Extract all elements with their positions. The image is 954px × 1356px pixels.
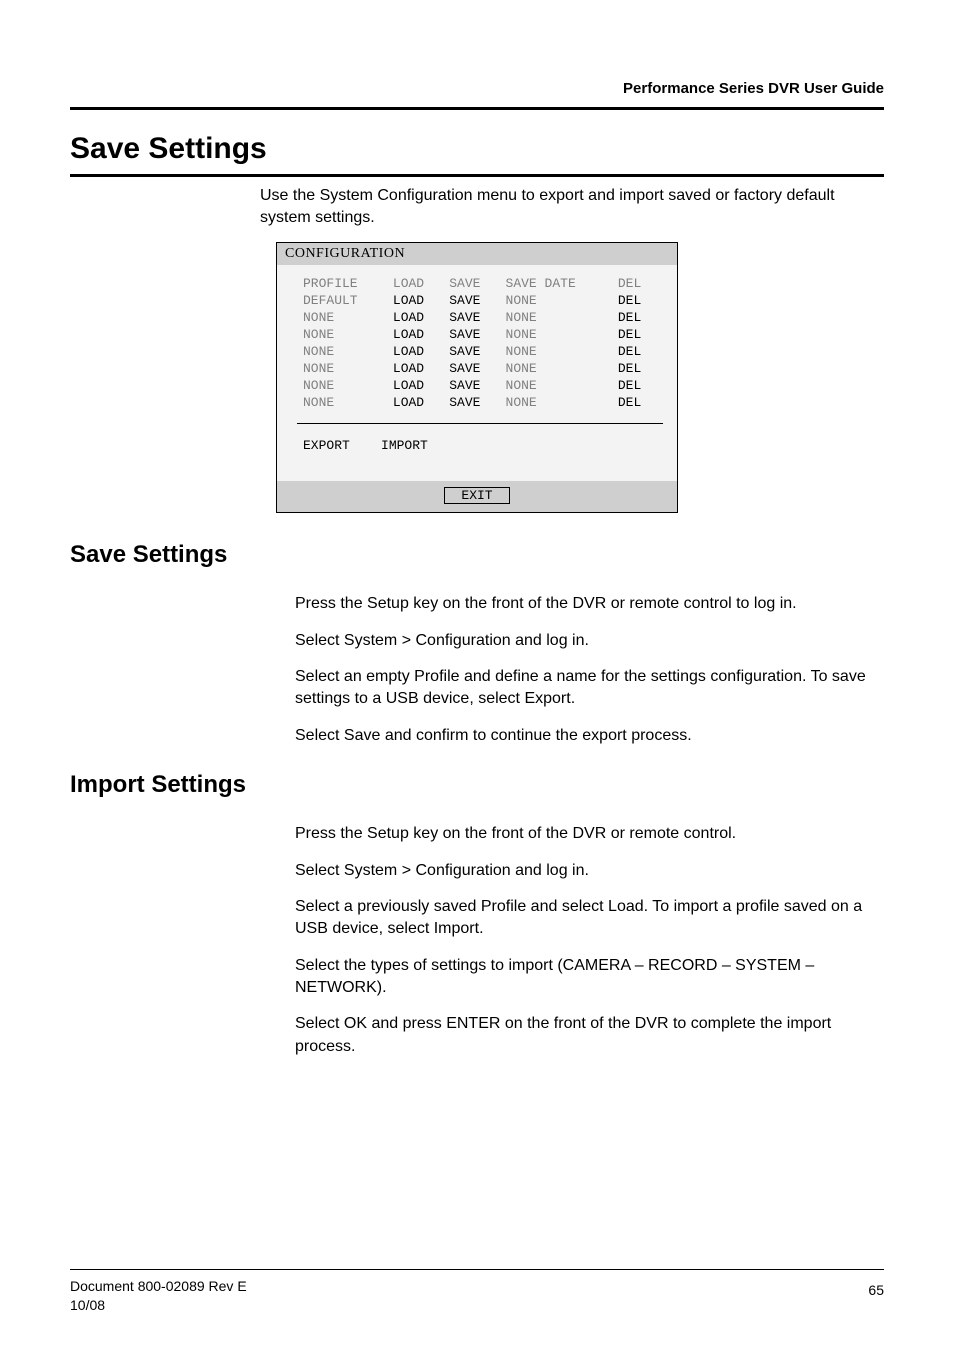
table-row: NONE LOAD SAVE NONE DEL [303, 343, 663, 360]
table-row: NONE LOAD SAVE NONE DEL [303, 360, 663, 377]
save-settings-steps: Press the Setup key on the front of the … [295, 593, 884, 747]
rule-under-header [70, 107, 884, 110]
intro-text: Use the System Configuration menu to exp… [260, 185, 884, 228]
import-button[interactable]: IMPORT [381, 438, 428, 453]
step-text: Select OK and press ENTER on the front o… [295, 1013, 884, 1058]
cell-del[interactable]: DEL [618, 292, 663, 309]
cell-profile: NONE [303, 343, 393, 360]
cell-profile: NONE [303, 326, 393, 343]
cell-load[interactable]: LOAD [393, 394, 449, 411]
rule-under-title [70, 174, 884, 177]
cell-save[interactable]: SAVE [449, 360, 505, 377]
cell-profile: NONE [303, 394, 393, 411]
cell-del[interactable]: DEL [618, 309, 663, 326]
cell-save[interactable]: SAVE [449, 292, 505, 309]
cell-date: NONE [506, 394, 618, 411]
cell-profile: NONE [303, 309, 393, 326]
col-profile: PROFILE [303, 275, 393, 292]
footer-date: 10/08 [70, 1297, 105, 1313]
step-text: Press the Setup key on the front of the … [295, 823, 884, 845]
cell-del[interactable]: DEL [618, 326, 663, 343]
col-save-date: SAVE DATE [506, 275, 618, 292]
step-text: Select the types of settings to import (… [295, 955, 884, 1000]
cell-del[interactable]: DEL [618, 377, 663, 394]
configuration-table: PROFILE LOAD SAVE SAVE DATE DEL DEFAULT … [303, 275, 663, 411]
save-settings-heading: Save Settings [70, 541, 884, 569]
cell-save[interactable]: SAVE [449, 377, 505, 394]
cell-date: NONE [506, 292, 618, 309]
table-row: NONE LOAD SAVE NONE DEL [303, 309, 663, 326]
page-title: Save Settings [70, 132, 884, 166]
cell-load[interactable]: LOAD [393, 326, 449, 343]
table-row: NONE LOAD SAVE NONE DEL [303, 326, 663, 343]
step-text: Select an empty Profile and define a nam… [295, 666, 884, 711]
import-settings-heading: Import Settings [70, 771, 884, 799]
table-row: NONE LOAD SAVE NONE DEL [303, 394, 663, 411]
cell-save[interactable]: SAVE [449, 394, 505, 411]
footer-left: Document 800-02089 Rev E 10/08 [70, 1277, 247, 1316]
step-text: Select Save and confirm to continue the … [295, 725, 884, 747]
table-row: DEFAULT LOAD SAVE NONE DEL [303, 292, 663, 309]
cell-date: NONE [506, 326, 618, 343]
step-text: Select a previously saved Profile and se… [295, 896, 884, 941]
cell-save[interactable]: SAVE [449, 343, 505, 360]
configuration-header: CONFIGURATION [277, 243, 677, 265]
configuration-panel: CONFIGURATION PROFILE LOAD SAVE SAVE DAT… [276, 242, 678, 513]
cell-profile: DEFAULT [303, 292, 393, 309]
footer-rule [70, 1269, 884, 1270]
cell-save[interactable]: SAVE [449, 326, 505, 343]
cell-load[interactable]: LOAD [393, 360, 449, 377]
cell-del[interactable]: DEL [618, 360, 663, 377]
cell-date: NONE [506, 377, 618, 394]
footer-doc: Document 800-02089 Rev E [70, 1278, 247, 1294]
configuration-separator [297, 423, 663, 424]
table-row: NONE LOAD SAVE NONE DEL [303, 377, 663, 394]
cell-profile: NONE [303, 360, 393, 377]
cell-save[interactable]: SAVE [449, 309, 505, 326]
cell-load[interactable]: LOAD [393, 292, 449, 309]
cell-profile: NONE [303, 377, 393, 394]
col-del: DEL [618, 275, 663, 292]
running-header: Performance Series DVR User Guide [70, 80, 884, 97]
col-load: LOAD [393, 275, 449, 292]
cell-load[interactable]: LOAD [393, 343, 449, 360]
step-text: Select System > Configuration and log in… [295, 630, 884, 652]
step-text: Select System > Configuration and log in… [295, 860, 884, 882]
cell-del[interactable]: DEL [618, 343, 663, 360]
cell-load[interactable]: LOAD [393, 309, 449, 326]
col-save: SAVE [449, 275, 505, 292]
cell-date: NONE [506, 360, 618, 377]
footer-page-number: 65 [868, 1282, 884, 1298]
cell-date: NONE [506, 343, 618, 360]
cell-load[interactable]: LOAD [393, 377, 449, 394]
import-settings-steps: Press the Setup key on the front of the … [295, 823, 884, 1058]
step-text: Press the Setup key on the front of the … [295, 593, 884, 615]
export-button[interactable]: EXPORT [303, 438, 350, 453]
cell-del[interactable]: DEL [618, 394, 663, 411]
table-header-row: PROFILE LOAD SAVE SAVE DATE DEL [303, 275, 663, 292]
cell-date: NONE [506, 309, 618, 326]
exit-button[interactable]: EXIT [444, 487, 509, 504]
